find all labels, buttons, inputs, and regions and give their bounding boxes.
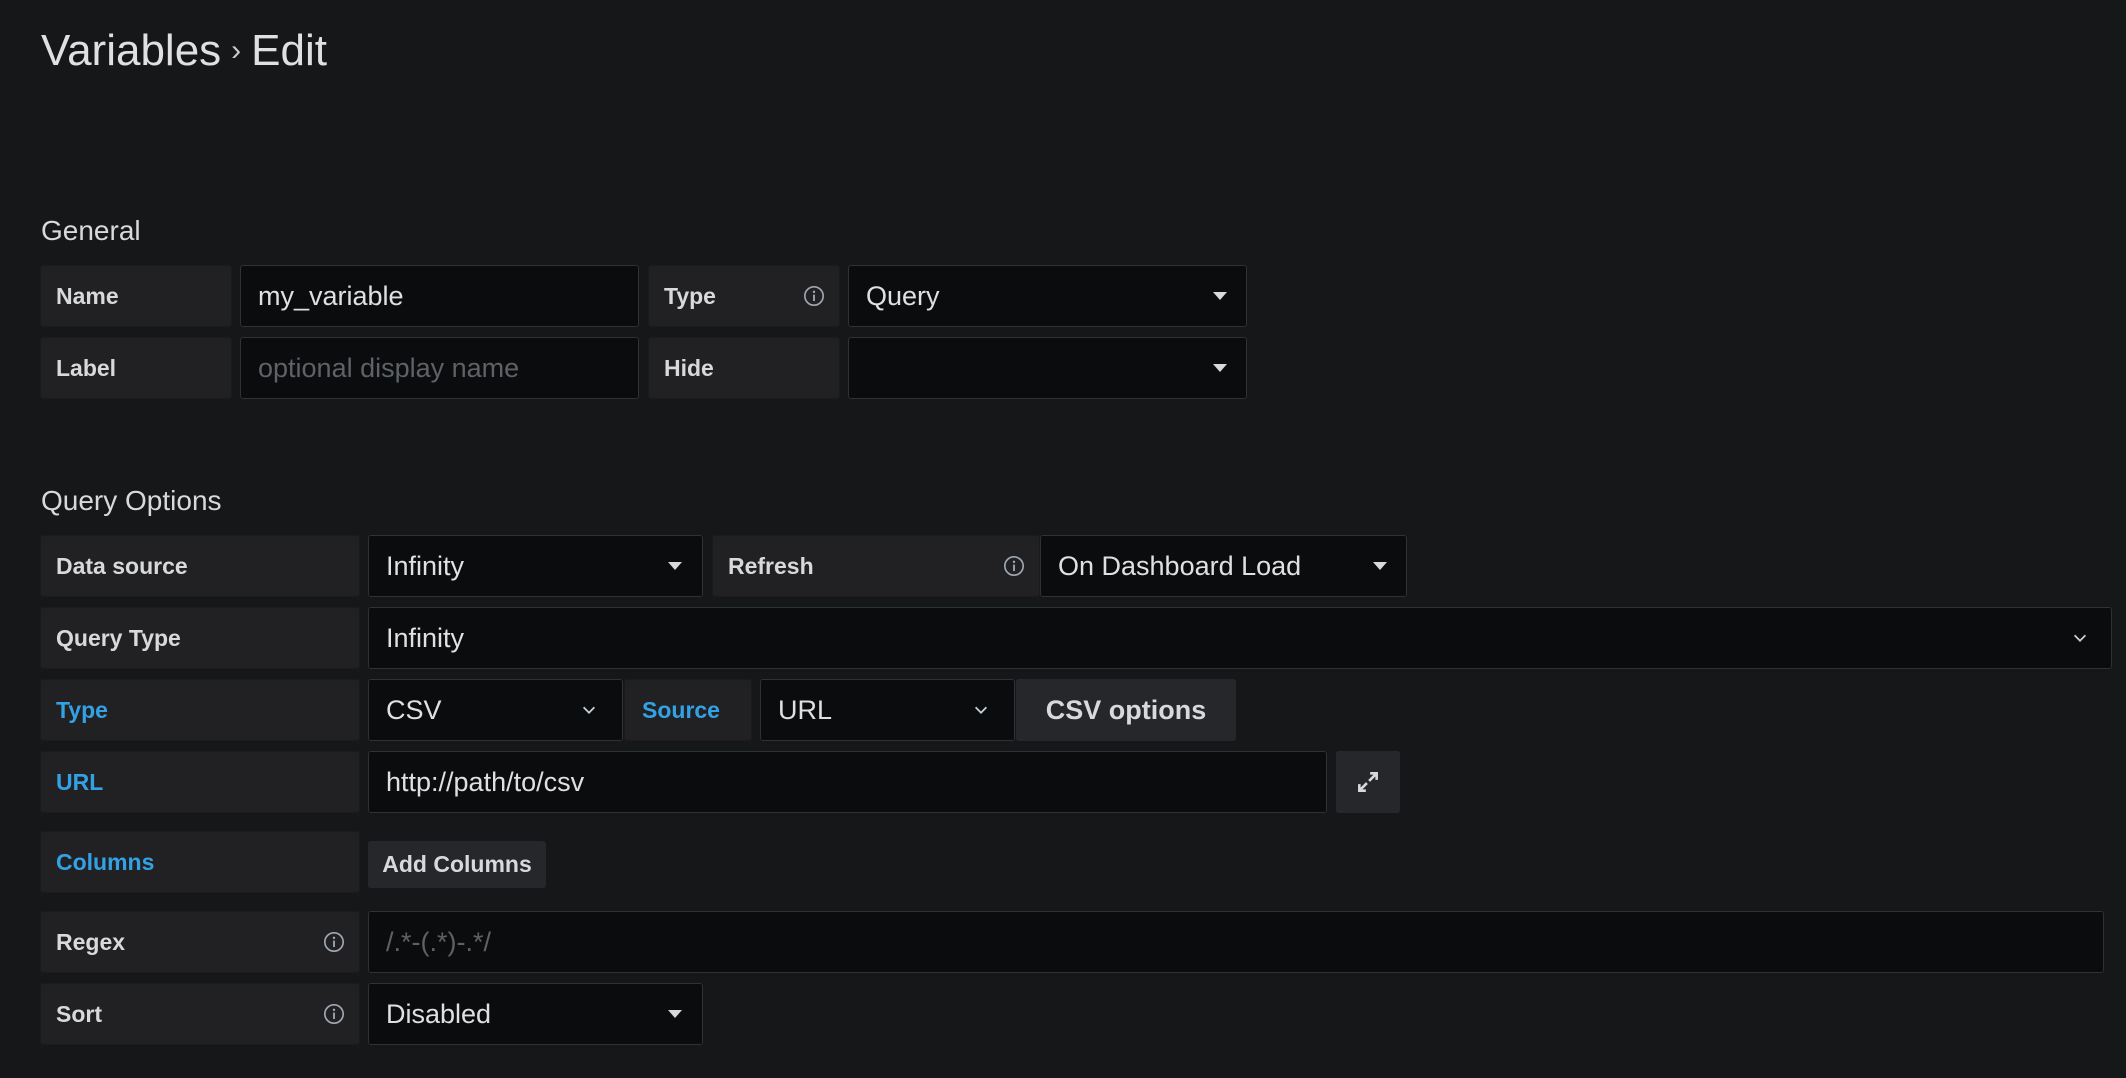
page-title: Variables › Edit (41, 26, 327, 76)
query-type-label: Query Type (40, 607, 360, 669)
caret-down-icon (1213, 364, 1227, 372)
source-type-label-text: Type (56, 696, 108, 723)
sort-select[interactable]: Disabled (368, 983, 703, 1045)
regex-label-text: Regex (56, 928, 126, 955)
label-label: Label (40, 337, 232, 399)
columns-label-text: Columns (56, 848, 155, 875)
url-input[interactable]: http://path/to/csv (368, 751, 1327, 813)
refresh-select-value: On Dashboard Load (1058, 550, 1302, 581)
type-select-value: Query (866, 280, 940, 311)
caret-down-icon (668, 1010, 682, 1018)
regex-input-placeholder: /.*-(.*)-.*/ (386, 926, 491, 957)
columns-label: Columns (40, 831, 360, 893)
regex-label: Regex (40, 911, 360, 973)
url-label-text: URL (56, 768, 104, 795)
csv-options-button[interactable]: CSV options (1016, 679, 1236, 741)
source-type-label: Type (40, 679, 360, 741)
caret-down-icon (1213, 292, 1227, 300)
info-icon[interactable] (803, 285, 825, 307)
query-options-heading: Query Options (41, 485, 222, 516)
general-heading: General (41, 215, 141, 246)
sort-select-value: Disabled (386, 998, 492, 1029)
sort-label-text: Sort (56, 1000, 102, 1027)
type-label-text: Type (664, 282, 716, 309)
hide-label-text: Hide (664, 354, 714, 381)
source-select[interactable]: URL (760, 679, 1015, 741)
expand-button[interactable] (1336, 751, 1400, 813)
source-label: Source (624, 679, 752, 741)
source-type-select-value: CSV (386, 694, 442, 725)
query-type-select[interactable]: Infinity (368, 607, 2112, 669)
info-icon[interactable] (1003, 555, 1025, 577)
name-input[interactable]: my_variable (240, 265, 639, 327)
datasource-label: Data source (40, 535, 360, 597)
breadcrumb-edit: Edit (251, 26, 327, 75)
label-input[interactable]: optional display name (240, 337, 639, 399)
info-icon[interactable] (323, 1003, 345, 1025)
breadcrumb-variables[interactable]: Variables (41, 26, 221, 75)
datasource-select-value: Infinity (386, 550, 465, 581)
csv-options-label: CSV options (1045, 694, 1207, 725)
chevron-down-icon (974, 706, 988, 714)
label-input-placeholder: optional display name (258, 352, 520, 383)
name-label-text: Name (56, 282, 119, 309)
name-input-value: my_variable (258, 280, 404, 311)
type-select[interactable]: Query (848, 265, 1247, 327)
regex-input[interactable]: /.*-(.*)-.*/ (368, 911, 2104, 973)
caret-down-icon (668, 562, 682, 570)
info-icon[interactable] (323, 931, 345, 953)
datasource-select[interactable]: Infinity (368, 535, 703, 597)
query-type-label-text: Query Type (56, 624, 181, 651)
label-label-text: Label (56, 354, 117, 381)
breadcrumb-separator-icon: › (231, 34, 242, 67)
query-type-select-value: Infinity (386, 622, 465, 653)
name-label: Name (40, 265, 232, 327)
hide-select[interactable] (848, 337, 1247, 399)
type-label: Type (648, 265, 840, 327)
refresh-select[interactable]: On Dashboard Load (1040, 535, 1407, 597)
caret-down-icon (1373, 562, 1387, 570)
chevron-down-icon (582, 706, 596, 714)
url-input-value: http://path/to/csv (386, 766, 585, 797)
add-columns-label: Add Columns (382, 851, 532, 877)
source-type-select[interactable]: CSV (368, 679, 623, 741)
refresh-label-text: Refresh (728, 552, 814, 579)
chevron-down-icon (2073, 634, 2087, 642)
source-select-value: URL (778, 694, 833, 725)
sort-label: Sort (40, 983, 360, 1045)
expand-icon (1358, 772, 1378, 792)
refresh-label: Refresh (712, 535, 1040, 597)
add-columns-button[interactable]: Add Columns (368, 841, 546, 888)
source-label-text: Source (642, 696, 720, 723)
url-label: URL (40, 751, 360, 813)
datasource-label-text: Data source (56, 552, 188, 579)
hide-label: Hide (648, 337, 840, 399)
